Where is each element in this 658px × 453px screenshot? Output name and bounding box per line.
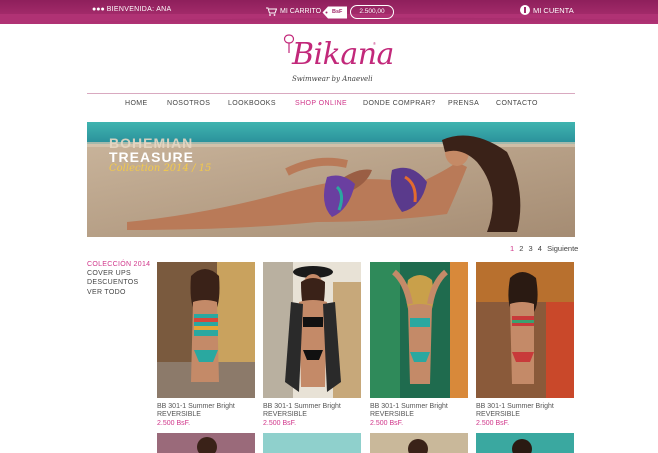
product-price: 2.500 BsF.	[263, 420, 297, 427]
cart-icon	[266, 7, 277, 16]
product-image[interactable]	[476, 433, 574, 453]
nav-divider	[87, 93, 575, 94]
nav-contacto[interactable]: CONTACTO	[496, 100, 538, 107]
hero-banner[interactable]: BOHEMIAN TREASURE Collection 2014 / 15	[87, 122, 575, 237]
next-page-link[interactable]: Siguiente	[547, 244, 578, 253]
product-image[interactable]	[157, 262, 255, 398]
logo-wordmark: Bikana	[292, 37, 394, 72]
product-model: BB 301-1 Summer Bright	[370, 403, 448, 410]
account-icon	[520, 5, 530, 15]
nav-home[interactable]: HOME	[125, 100, 148, 107]
cart-link[interactable]: MI CARRITO	[266, 7, 321, 16]
product-card[interactable]: BB 301-1 Summer Bright REVERSIBLE 2.500 …	[370, 262, 468, 428]
page-1-link[interactable]: 1	[510, 244, 514, 253]
product-model: BB 301-1 Summer Bright	[476, 403, 554, 410]
product-model: BB 301-1 Summer Bright	[157, 403, 235, 410]
product-price: 2.500 BsF.	[476, 420, 510, 427]
product-variant: REVERSIBLE	[263, 411, 307, 418]
product-name[interactable]: BB 301-1 Summer Bright REVERSIBLE	[476, 403, 574, 419]
product-variant: REVERSIBLE	[476, 411, 520, 418]
nav-prensa[interactable]: PRENSA	[448, 100, 479, 107]
sidebar-item-coleccion[interactable]: COLECCIÓN 2014	[87, 260, 150, 269]
welcome-label: BIENVENIDA: ANA	[106, 6, 172, 13]
sidebar-item-descuentos[interactable]: DESCUENTOS	[87, 278, 150, 287]
product-image[interactable]	[157, 433, 255, 453]
brand-logo[interactable]: Bikana ® Swimwear by Anaeveli	[280, 33, 394, 89]
product-name[interactable]: BB 301-1 Summer Bright REVERSIBLE	[263, 403, 361, 419]
currency-label: BsF	[332, 9, 343, 15]
product-card[interactable]: BB 301-1 Summer Bright REVERSIBLE 2.500 …	[476, 262, 574, 428]
nav-donde-comprar[interactable]: DONDE COMPRAR?	[363, 100, 436, 107]
page-3-link[interactable]: 3	[529, 244, 533, 253]
product-name[interactable]: BB 301-1 Summer Bright REVERSIBLE	[370, 403, 468, 419]
account-label: MI CUENTA	[533, 5, 574, 15]
cart-total[interactable]: 2.500,00	[350, 5, 394, 19]
product-model: BB 301-1 Summer Bright	[263, 403, 341, 410]
product-card[interactable]: BB 301-1 Summer Bright REVERSIBLE 2.500 …	[157, 262, 255, 428]
pagination: 1 2 3 4 Siguiente	[510, 244, 581, 253]
product-image[interactable]	[263, 262, 361, 398]
logo-tagline: Swimwear by Anaeveli	[292, 75, 373, 83]
sidebar-item-cover-ups[interactable]: COVER UPS	[87, 269, 150, 278]
nav-lookbooks[interactable]: LOOKBOOKS	[228, 100, 276, 107]
page-4-link[interactable]: 4	[538, 244, 542, 253]
page-2-link[interactable]: 2	[519, 244, 523, 253]
nav-nosotros[interactable]: NOSOTROS	[167, 100, 210, 107]
product-image[interactable]	[370, 433, 468, 453]
account-link[interactable]: MI CUENTA	[520, 5, 574, 15]
product-variant: REVERSIBLE	[157, 411, 201, 418]
banner-subtitle: Collection 2014 / 15	[109, 163, 212, 174]
logo-registered-mark: ®	[373, 41, 376, 46]
product-card[interactable]: BB 301-1 Summer Bright REVERSIBLE 2.500 …	[263, 262, 361, 428]
product-variant: REVERSIBLE	[370, 411, 414, 418]
product-price: 2.500 BsF.	[370, 420, 404, 427]
product-image[interactable]	[476, 262, 574, 398]
welcome-text: ●●● BIENVENIDA: ANA	[92, 6, 172, 13]
main-nav: HOME NOSOTROS LOOKBOOKS SHOP ONLINE DOND…	[87, 100, 575, 110]
category-sidebar: COLECCIÓN 2014 COVER UPS DESCUENTOS VER …	[87, 260, 150, 297]
product-image[interactable]	[263, 433, 361, 453]
cart-label: MI CARRITO	[280, 8, 322, 15]
sidebar-item-ver-todo[interactable]: VER TODO	[87, 288, 150, 297]
nav-shop-online[interactable]: SHOP ONLINE	[295, 100, 347, 107]
product-name[interactable]: BB 301-1 Summer Bright REVERSIBLE	[157, 403, 255, 419]
currency-tag: BsF	[322, 6, 348, 19]
product-price: 2.500 BsF.	[157, 420, 191, 427]
product-image[interactable]	[370, 262, 468, 398]
